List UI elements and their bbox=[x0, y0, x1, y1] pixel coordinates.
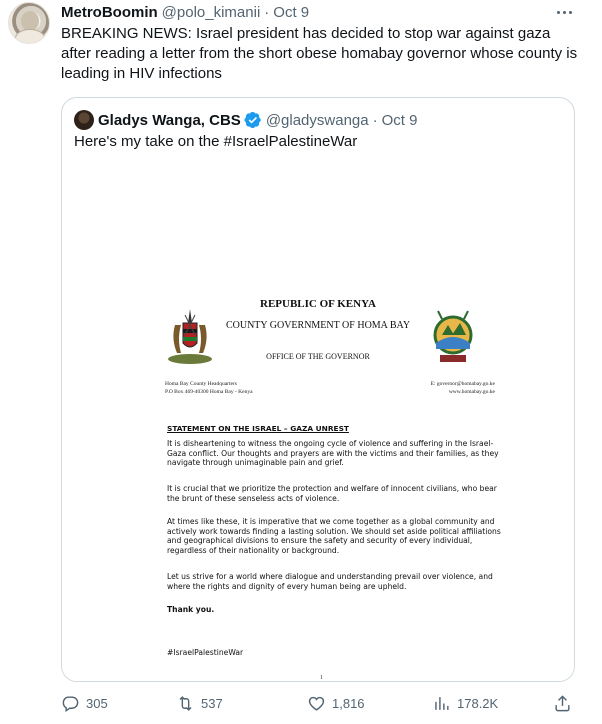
letter-paragraph: Let us strive for a world where dialogue… bbox=[167, 572, 493, 591]
tweet-text: BREAKING NEWS: Israel president has deci… bbox=[61, 25, 578, 82]
author-name[interactable]: MetroBoomin bbox=[61, 4, 158, 21]
letter-closing: Thank you. bbox=[167, 605, 215, 614]
separator-dot: · bbox=[264, 3, 270, 21]
letter-page-number: 1 bbox=[320, 675, 323, 681]
reply-count: 305 bbox=[86, 695, 108, 711]
tweet-header: MetroBoomin @polo_kimanii · Oct 9 bbox=[61, 2, 309, 22]
repost-button[interactable]: 537 bbox=[176, 692, 223, 714]
address-line: www.homabay.go.ke bbox=[448, 389, 495, 395]
verified-badge-icon bbox=[244, 111, 262, 129]
letter-county: COUNTY GOVERNMENT OF HOMA BAY bbox=[225, 320, 411, 331]
share-button[interactable] bbox=[553, 692, 578, 714]
letter-paragraph: It is disheartening to witness the ongoi… bbox=[167, 439, 499, 468]
letter-title: REPUBLIC OF KENYA bbox=[260, 298, 376, 310]
quoted-author-handle: @gladyswanga bbox=[265, 111, 369, 129]
quoted-avatar bbox=[74, 110, 94, 130]
address-line: P.O Box 469-40300 Homa Bay - Kenya bbox=[165, 389, 253, 395]
address-line: E: governor@homabay.go.ke bbox=[430, 381, 495, 387]
quoted-tweet-text: Here's my take on the #IsraelPalestineWa… bbox=[74, 133, 358, 150]
heart-icon bbox=[308, 696, 325, 711]
more-icon[interactable] bbox=[552, 4, 576, 20]
views-icon bbox=[435, 696, 449, 710]
letter-paragraph: At times like these, it is imperative th… bbox=[167, 517, 501, 555]
avatar[interactable] bbox=[8, 2, 50, 44]
quoted-tweet[interactable]: Gladys Wanga, CBS @gladyswanga · Oct 9 H… bbox=[61, 97, 575, 682]
homa-bay-county-emblem-icon bbox=[433, 310, 473, 362]
repost-icon bbox=[179, 695, 192, 711]
letter-address-left: Homa Bay County Headquarters P.O Box 469… bbox=[165, 380, 253, 396]
views-button[interactable]: 178.2K bbox=[432, 692, 498, 714]
share-icon bbox=[555, 694, 570, 711]
quoted-tweet-date: Oct 9 bbox=[381, 111, 418, 129]
repost-count: 537 bbox=[201, 695, 223, 711]
avatar-face bbox=[21, 11, 39, 31]
separator-dot: · bbox=[372, 111, 378, 129]
like-count: 1,816 bbox=[332, 695, 365, 711]
quoted-author-name: Gladys Wanga, CBS bbox=[98, 111, 241, 129]
address-line: Homa Bay County Headquarters bbox=[165, 381, 237, 387]
author-handle[interactable]: @polo_kimanii bbox=[162, 4, 261, 21]
avatar-body bbox=[15, 29, 45, 43]
letter-address-right: E: governor@homabay.go.ke www.homabay.go… bbox=[377, 380, 495, 396]
tweet-date[interactable]: Oct 9 bbox=[273, 4, 309, 21]
letter-paragraph: It is crucial that we prioritize the pro… bbox=[167, 484, 497, 503]
letter-image[interactable]: REPUBLIC OF KENYA COUNTY GOVERNMENT OF H… bbox=[62, 160, 574, 681]
tweet-actions: 305 537 1,816 178.2K bbox=[61, 692, 575, 714]
like-button[interactable]: 1,816 bbox=[307, 692, 365, 714]
statement-heading: STATEMENT ON THE ISRAEL – GAZA UNREST bbox=[167, 424, 349, 433]
view-count: 178.2K bbox=[457, 695, 499, 711]
letter-hashtag: #IsraelPalestineWar bbox=[167, 648, 244, 657]
reply-button[interactable]: 305 bbox=[61, 692, 108, 714]
tweet[interactable]: MetroBoomin @polo_kimanii · Oct 9 BREAKI… bbox=[0, 0, 602, 724]
letter-office: OFFICE OF THE GOVERNOR bbox=[266, 352, 370, 361]
quoted-tweet-header: Gladys Wanga, CBS @gladyswanga · Oct 9 bbox=[74, 110, 417, 130]
reply-icon bbox=[62, 695, 79, 712]
